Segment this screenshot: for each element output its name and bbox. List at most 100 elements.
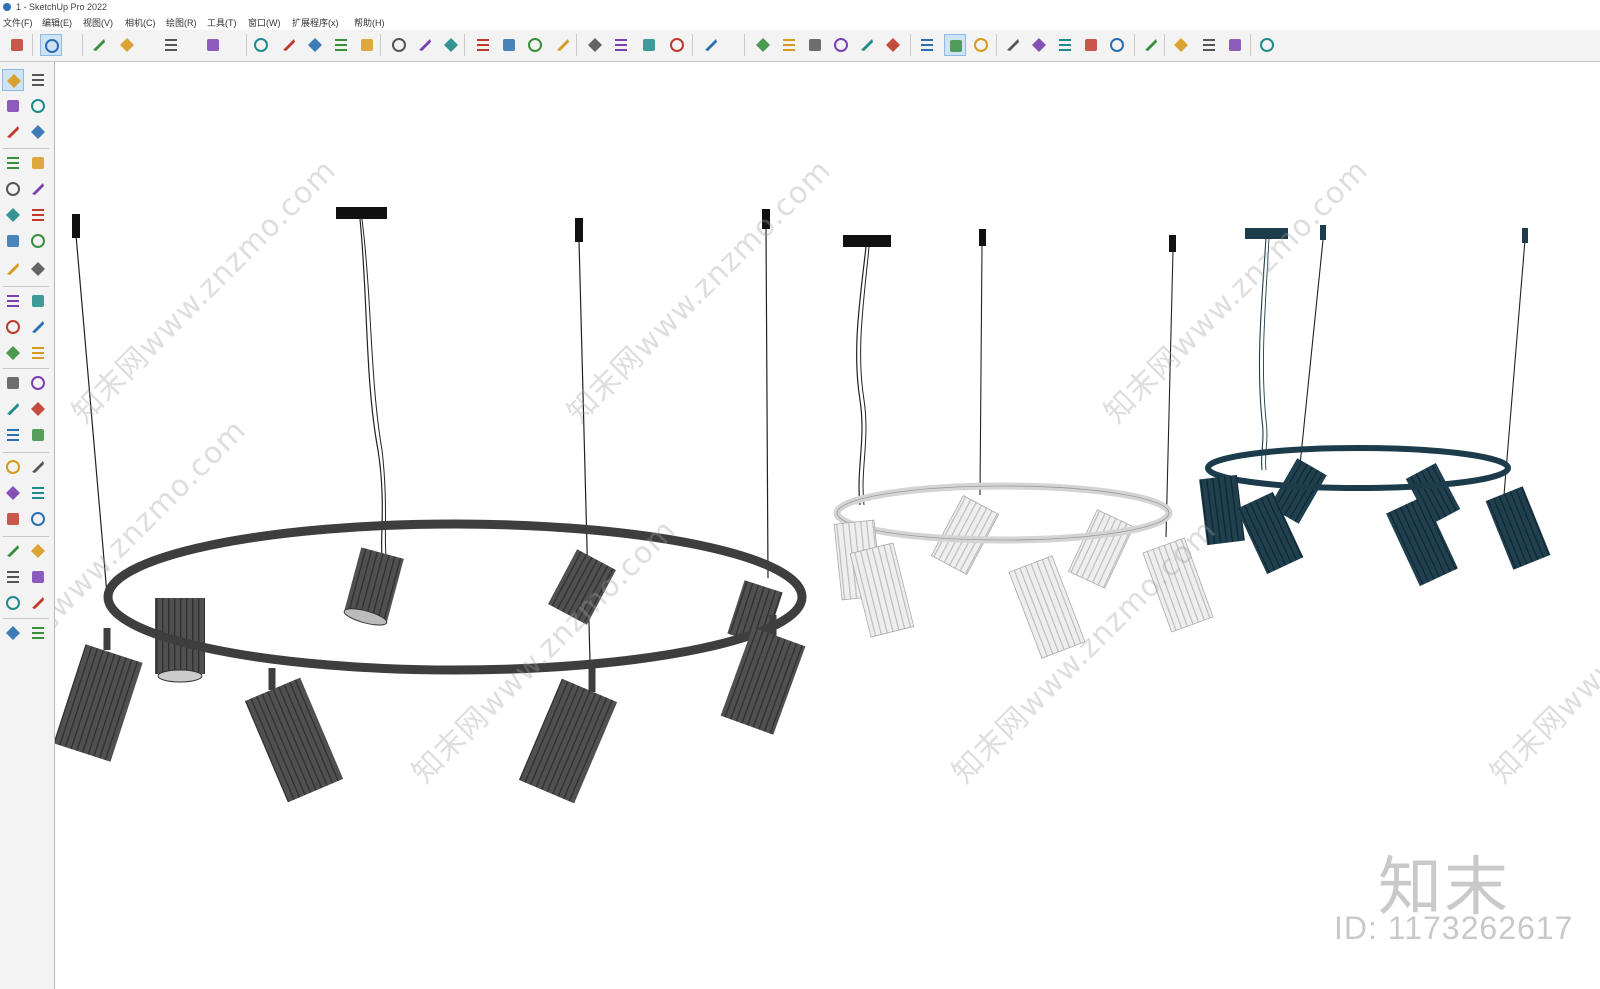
shadow-button[interactable] xyxy=(1028,34,1050,56)
select-tool-button[interactable] xyxy=(2,69,24,91)
zoom-window-tool-button[interactable] xyxy=(27,482,49,504)
3d-text-tool-button[interactable] xyxy=(27,424,49,446)
model-info-button[interactable] xyxy=(916,34,938,56)
top-view-button[interactable] xyxy=(778,34,800,56)
zoom-extents-button[interactable] xyxy=(552,34,574,56)
push-pull-button[interactable] xyxy=(250,34,272,56)
axes-tool-button[interactable] xyxy=(2,424,24,446)
line-tool-button[interactable] xyxy=(2,152,24,174)
orbit-tool-button[interactable] xyxy=(27,69,49,91)
paint-bucket-button[interactable] xyxy=(440,34,462,56)
protractor-tool-button[interactable] xyxy=(2,398,24,420)
tape-measure-tool-button[interactable] xyxy=(27,121,49,143)
rectangle-button[interactable] xyxy=(202,34,224,56)
walk-tool-button[interactable] xyxy=(2,566,24,588)
preferences-button[interactable] xyxy=(1140,34,1162,56)
zoom-button[interactable] xyxy=(524,34,546,56)
scale-button[interactable] xyxy=(356,34,378,56)
follow-me-tool-button[interactable] xyxy=(27,316,49,338)
previous-tool-button[interactable] xyxy=(27,508,49,530)
menu-window[interactable]: 窗口(W) xyxy=(248,16,281,29)
stamp-tool-button[interactable] xyxy=(27,592,49,614)
rotated-rectangle-tool-button[interactable] xyxy=(27,178,49,200)
section-plane-tool-button[interactable] xyxy=(27,566,49,588)
menu-camera[interactable]: 相机(C) xyxy=(125,16,156,29)
select-button[interactable] xyxy=(40,34,62,56)
arc-tool-button[interactable] xyxy=(2,230,24,252)
scenes-button[interactable] xyxy=(1170,34,1192,56)
dimension-tool-button[interactable] xyxy=(27,372,49,394)
menu-tools[interactable]: 工具(T) xyxy=(207,16,237,29)
arc-button[interactable] xyxy=(160,34,182,56)
warehouse-button[interactable] xyxy=(584,34,606,56)
iso-view-button[interactable] xyxy=(752,34,774,56)
menu-draw[interactable]: 绘图(R) xyxy=(166,16,197,29)
user-button[interactable] xyxy=(1256,34,1278,56)
move-tool-button[interactable] xyxy=(2,290,24,312)
info-button[interactable] xyxy=(1198,34,1220,56)
arc-3pt-tool-button[interactable] xyxy=(2,258,24,280)
toolbar-separator xyxy=(3,452,49,453)
tape-measure-button[interactable] xyxy=(388,34,410,56)
layers-button[interactable] xyxy=(638,34,660,56)
back-view-button[interactable] xyxy=(856,34,878,56)
move-button[interactable] xyxy=(304,34,326,56)
text-button[interactable] xyxy=(414,34,436,56)
push-pull-tool-button[interactable] xyxy=(27,290,49,312)
cloud-button[interactable] xyxy=(1106,34,1128,56)
position-camera-tool-button[interactable] xyxy=(2,540,24,562)
eraser-button[interactable] xyxy=(88,34,110,56)
offset-tool-button[interactable] xyxy=(27,342,49,364)
menu-help[interactable]: 帮助(H) xyxy=(354,16,385,29)
asset-id-label: ID: 1173262617 xyxy=(1334,910,1574,946)
eraser-tool-button[interactable] xyxy=(27,95,49,117)
cart-button[interactable] xyxy=(1224,34,1246,56)
follow-me-button[interactable] xyxy=(278,34,300,56)
right-view-button[interactable] xyxy=(830,34,852,56)
toolbar-separator xyxy=(1134,34,1135,56)
menu-edit[interactable]: 编辑(E) xyxy=(42,16,72,29)
search-button[interactable] xyxy=(6,34,28,56)
zoom-extents-tool-button[interactable] xyxy=(2,508,24,530)
menu-extensions[interactable]: 扩展程序(x) xyxy=(292,16,339,29)
front-view-button[interactable] xyxy=(804,34,826,56)
rectangle-tool-button[interactable] xyxy=(2,178,24,200)
rotate-button[interactable] xyxy=(330,34,352,56)
pan-tool-button[interactable] xyxy=(27,456,49,478)
orbit-tool-button[interactable] xyxy=(2,456,24,478)
component-tool-button[interactable] xyxy=(2,121,24,143)
styles-button[interactable] xyxy=(970,34,992,56)
look-around-tool-button[interactable] xyxy=(27,540,49,562)
sandbox-button[interactable] xyxy=(610,34,632,56)
toolbar-separator xyxy=(3,536,49,537)
components-button[interactable] xyxy=(944,34,966,56)
match-photo-button[interactable] xyxy=(1080,34,1102,56)
paint-bucket-tool-button[interactable] xyxy=(2,95,24,117)
add-detail-tool-button[interactable] xyxy=(27,622,49,644)
left-view-button[interactable] xyxy=(882,34,904,56)
freehand-tool-button[interactable] xyxy=(27,152,49,174)
add-location-button[interactable] xyxy=(1002,34,1024,56)
text-tool-button[interactable] xyxy=(27,398,49,420)
zoom-tool-button[interactable] xyxy=(2,482,24,504)
drape-tool-button[interactable] xyxy=(2,622,24,644)
2pt-arc-tool-button[interactable] xyxy=(27,258,49,280)
menu-view[interactable]: 视图(V) xyxy=(83,16,113,29)
scale-tool-button[interactable] xyxy=(2,342,24,364)
toolbar-separator xyxy=(576,34,577,56)
sections-button[interactable] xyxy=(666,34,688,56)
polygon-tool-button[interactable] xyxy=(27,204,49,226)
toolbar-separator xyxy=(3,618,49,619)
fog-button[interactable] xyxy=(1054,34,1076,56)
pencil-button[interactable] xyxy=(116,34,138,56)
circle-tool-button[interactable] xyxy=(2,204,24,226)
pie-tool-button[interactable] xyxy=(27,230,49,252)
sandbox-tool-button[interactable] xyxy=(2,592,24,614)
orbit-button[interactable] xyxy=(472,34,494,56)
tape-tool-button[interactable] xyxy=(2,372,24,394)
model-viewport[interactable]: 知末网www.znzmo.com 知末网www.znzmo.com 知末网www… xyxy=(55,62,1600,989)
account-button[interactable] xyxy=(700,34,722,56)
rotate-tool-button[interactable] xyxy=(2,316,24,338)
pan-button[interactable] xyxy=(498,34,520,56)
menu-file[interactable]: 文件(F) xyxy=(3,16,33,29)
